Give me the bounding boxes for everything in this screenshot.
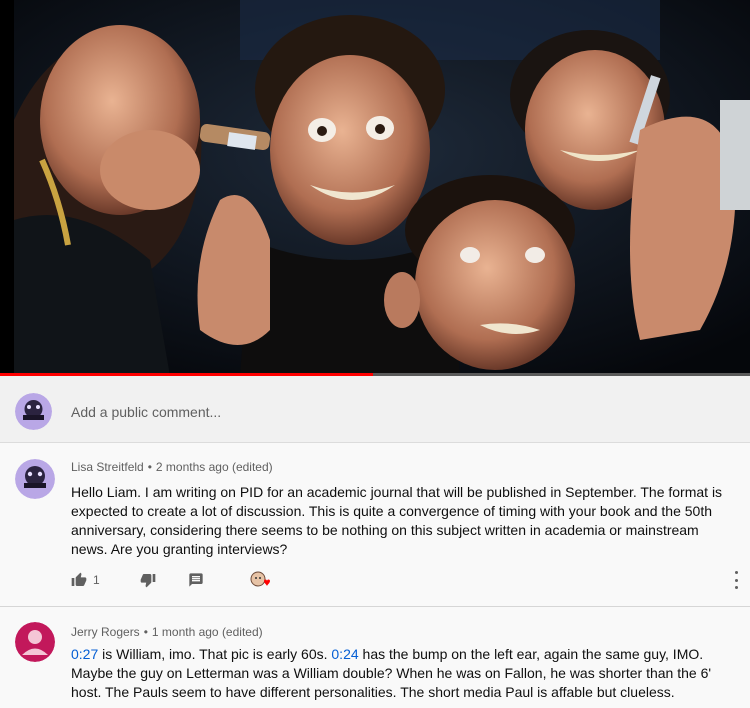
- reply-button[interactable]: [188, 572, 204, 588]
- video-player[interactable]: [0, 0, 750, 376]
- commenter-avatar[interactable]: [15, 622, 55, 662]
- creator-heart: [250, 571, 270, 589]
- comment-text: 0:27 is William, imo. That pic is early …: [71, 645, 731, 702]
- comment-time[interactable]: 2 months ago (edited): [156, 460, 273, 474]
- reply-icon: [189, 573, 203, 587]
- comment-actions: 1: [71, 569, 270, 591]
- comment-text: Hello Liam. I am writing on PID for an a…: [71, 484, 723, 557]
- video-frame-image: [0, 0, 750, 376]
- creator-heart-icon: [250, 571, 270, 587]
- thumb-up-icon: [71, 572, 87, 586]
- comment-author[interactable]: Jerry Rogers: [71, 625, 140, 639]
- comment-more-button[interactable]: [730, 571, 742, 589]
- like-button[interactable]: 1: [71, 572, 100, 588]
- meta-separator: •: [147, 460, 152, 474]
- more-vert-icon: [734, 578, 738, 582]
- comment-item: Jerry Rogers • 1 month ago (edited) 0:27 i…: [0, 607, 750, 708]
- add-comment-row[interactable]: Add a public comment...: [0, 376, 750, 443]
- comment-meta: Lisa Streitfeld • 2 months ago (edited): [71, 460, 273, 474]
- comment-author[interactable]: Lisa Streitfeld: [71, 460, 144, 474]
- timestamp-link[interactable]: 0:27: [71, 646, 98, 662]
- commenter-avatar[interactable]: [15, 459, 55, 499]
- thumb-down-icon: [140, 574, 156, 588]
- more-vert-icon: [734, 571, 738, 574]
- more-vert-icon: [734, 586, 738, 589]
- comment-time[interactable]: 1 month ago (edited): [152, 625, 263, 639]
- dislike-button[interactable]: [140, 572, 156, 588]
- like-count: 1: [93, 573, 100, 587]
- timestamp-link[interactable]: 0:24: [331, 646, 358, 662]
- current-user-avatar: [15, 393, 52, 430]
- add-comment-input[interactable]: Add a public comment...: [71, 404, 221, 420]
- comment-item: Lisa Streitfeld • 2 months ago (edited) He…: [0, 443, 750, 607]
- comment-text-segment: is William, imo. That pic is early 60s.: [98, 646, 332, 662]
- comment-meta: Jerry Rogers • 1 month ago (edited): [71, 625, 263, 639]
- meta-separator: •: [143, 625, 148, 639]
